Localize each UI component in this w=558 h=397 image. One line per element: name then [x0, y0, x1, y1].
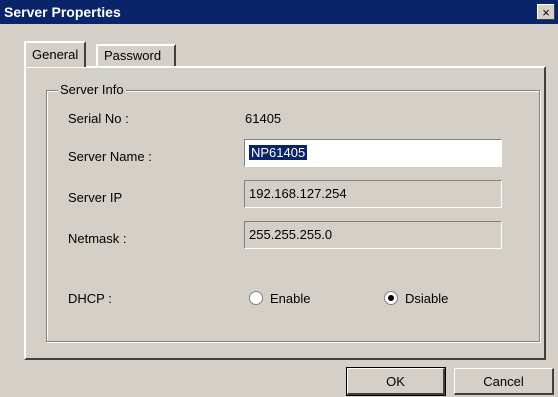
- server-name-value: NP61405: [249, 145, 308, 160]
- netmask-field[interactable]: 255.255.255.0: [244, 221, 502, 249]
- tab-password[interactable]: Password: [96, 44, 176, 66]
- ok-button-label: OK: [386, 374, 405, 389]
- server-name-input[interactable]: NP61405: [244, 139, 502, 167]
- dhcp-enable-radio[interactable]: [249, 291, 263, 305]
- dhcp-disable-radio[interactable]: [384, 291, 398, 305]
- cancel-button-label: Cancel: [483, 374, 524, 389]
- group-label: Server Info: [58, 82, 126, 97]
- cancel-button[interactable]: Cancel: [454, 368, 554, 395]
- tab-password-label: Password: [104, 48, 162, 63]
- server-name-label: Server Name :: [68, 149, 152, 164]
- server-ip-label: Server IP: [68, 190, 123, 205]
- dhcp-enable-label[interactable]: Enable: [270, 291, 310, 306]
- close-button[interactable]: ×: [537, 4, 555, 20]
- serial-label: Serial No :: [68, 111, 129, 126]
- close-icon: ×: [542, 4, 550, 20]
- window-title: Server Properties: [4, 4, 121, 20]
- tab-general-label: General: [32, 47, 79, 62]
- server-ip-value: 192.168.127.254: [249, 186, 347, 201]
- netmask-value: 255.255.255.0: [249, 227, 333, 242]
- ok-button[interactable]: OK: [346, 367, 446, 396]
- tab-general[interactable]: General: [24, 41, 87, 67]
- serial-value: 61405: [245, 111, 282, 126]
- netmask-label: Netmask :: [68, 231, 127, 246]
- title-bar[interactable]: Server Properties ×: [0, 0, 558, 24]
- dhcp-disable-label[interactable]: Dsiable: [405, 291, 448, 306]
- dhcp-label: DHCP :: [68, 291, 112, 306]
- radio-selected-dot: [388, 295, 394, 301]
- server-ip-field[interactable]: 192.168.127.254: [244, 180, 502, 208]
